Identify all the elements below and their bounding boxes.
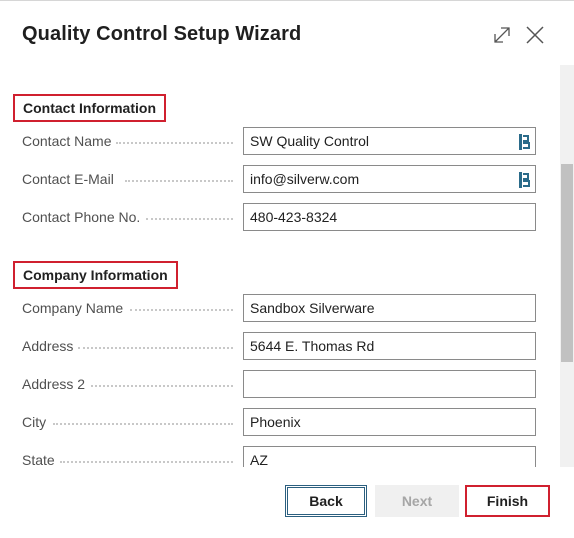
address-value: 5644 E. Thomas Rd	[250, 338, 375, 354]
state-value: AZ	[250, 452, 268, 467]
address-2-field[interactable]	[243, 370, 536, 398]
address-field[interactable]: 5644 E. Thomas Rd	[243, 332, 536, 360]
field-leader-dots	[60, 461, 233, 463]
field-leader-dots	[146, 218, 233, 220]
field-leader-dots	[78, 347, 233, 349]
lookup-icon[interactable]	[519, 172, 531, 188]
contact-phone-field[interactable]: 480-423-8324	[243, 203, 536, 231]
address-2-label: Address 2	[22, 376, 86, 392]
scrollbar-thumb[interactable]	[561, 164, 573, 362]
city-label: City	[22, 414, 47, 430]
close-icon[interactable]	[522, 22, 548, 48]
contact-email-label: Contact E-Mail	[22, 171, 114, 187]
finish-button[interactable]: Finish	[465, 485, 550, 517]
expand-icon[interactable]	[490, 23, 514, 47]
field-leader-dots	[130, 309, 233, 311]
address-label: Address	[22, 338, 74, 354]
back-button[interactable]: Back	[285, 485, 367, 517]
contact-name-value: SW Quality Control	[250, 133, 370, 149]
lookup-icon[interactable]	[519, 134, 531, 150]
setup-wizard-dialog: Quality Control Setup Wizard Contact Inf…	[0, 0, 574, 538]
dialog-title: Quality Control Setup Wizard	[22, 23, 302, 45]
next-button[interactable]: Next	[375, 485, 459, 517]
contact-name-field[interactable]: SW Quality Control	[243, 127, 536, 155]
field-leader-dots	[125, 180, 233, 182]
company-name-field[interactable]: Sandbox Silverware	[243, 294, 536, 322]
company-name-value: Sandbox Silverware	[250, 300, 375, 316]
contact-email-value: info@silverw.com	[250, 171, 360, 187]
field-leader-dots	[91, 385, 233, 387]
state-field[interactable]: AZ	[243, 446, 536, 467]
state-label: State	[22, 452, 55, 467]
city-field[interactable]: Phoenix	[243, 408, 536, 436]
contact-name-label: Contact Name	[22, 133, 112, 149]
contact-phone-label: Contact Phone No.	[22, 209, 141, 225]
field-leader-dots	[53, 423, 233, 425]
company-name-label: Company Name	[22, 300, 124, 316]
contact-email-field[interactable]: info@silverw.com	[243, 165, 536, 193]
company-information-header: Company Information	[13, 261, 178, 289]
contact-phone-value: 480-423-8324	[250, 209, 338, 225]
city-value: Phoenix	[250, 414, 301, 430]
wizard-content: Contact Information Contact Name SW Qual…	[0, 65, 574, 467]
contact-information-header: Contact Information	[13, 94, 166, 122]
field-leader-dots	[116, 142, 233, 144]
